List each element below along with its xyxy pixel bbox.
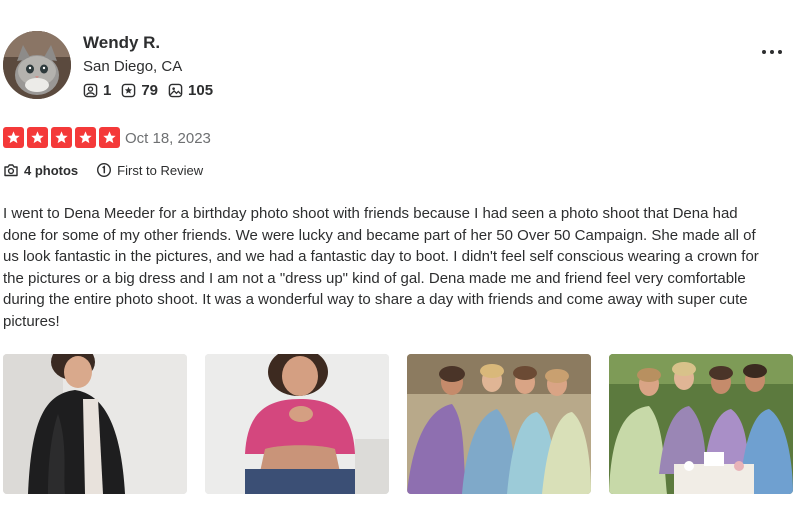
photos-count: 105	[188, 82, 214, 99]
star-icon	[99, 127, 120, 148]
avatar[interactable]	[3, 31, 71, 99]
friends-icon	[83, 83, 98, 98]
photos-stat: 105	[168, 82, 213, 99]
more-horizontal-icon	[762, 50, 766, 54]
cat-avatar-image	[3, 31, 71, 99]
first-to-review-label: First to Review	[117, 162, 204, 178]
user-stats: 1 79 105	[83, 82, 223, 99]
review-photos	[3, 354, 793, 494]
star-rating	[3, 127, 120, 148]
review-badges: 4 photos First to Review	[3, 162, 221, 178]
camera-icon	[4, 164, 18, 177]
review-photo-4[interactable]	[609, 354, 793, 494]
star-icon	[3, 127, 24, 148]
photos-badge[interactable]: 4 photos	[3, 162, 78, 178]
first-to-review-badge: First to Review	[96, 162, 203, 178]
photo-friends-tea-party	[609, 354, 793, 494]
photos-badge-label: 4 photos	[24, 162, 79, 178]
review-date: Oct 18, 2023	[125, 130, 211, 147]
friends-count: 1	[103, 82, 112, 99]
more-dot	[778, 50, 782, 54]
star-icon	[75, 127, 96, 148]
star-icon	[51, 127, 72, 148]
photo-woman-leather-jacket	[3, 354, 187, 494]
review-photo-2[interactable]	[205, 354, 389, 494]
review-photo-1[interactable]	[3, 354, 187, 494]
photo-woman-pink-shirt	[205, 354, 389, 494]
user-location: San Diego, CA	[83, 58, 183, 75]
friends-stat: 1	[83, 82, 111, 99]
reviews-count: 79	[141, 82, 159, 99]
reviews-stat: 79	[121, 82, 158, 99]
more-dot	[770, 50, 774, 54]
photo-friends-crowns-dresses	[407, 354, 591, 494]
review-text: I went to Dena Meeder for a birthday pho…	[3, 205, 759, 330]
photo-icon	[168, 83, 183, 98]
review-photo-3[interactable]	[407, 354, 591, 494]
user-name[interactable]: Wendy R.	[83, 33, 160, 53]
star-icon	[27, 127, 48, 148]
more-options-button[interactable]	[758, 40, 786, 64]
first-to-review-icon	[97, 162, 112, 178]
review-star-icon	[122, 83, 136, 98]
